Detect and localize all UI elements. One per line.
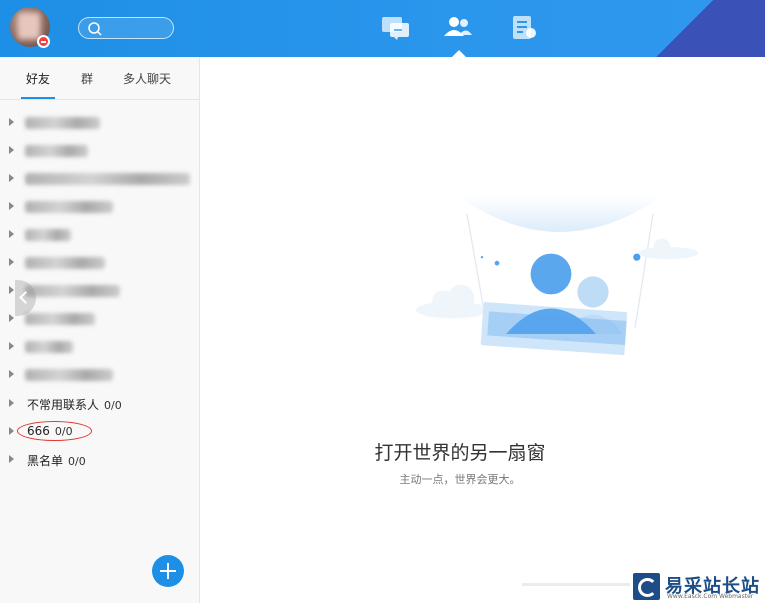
friend-group[interactable] <box>9 113 194 133</box>
expand-arrow-icon <box>9 286 14 294</box>
expand-arrow-icon <box>9 202 14 210</box>
contacts-tabs: 好友 群 多人聊天 <box>0 57 199 100</box>
friend-group-blacklist[interactable]: 黑名单 0/0 <box>9 450 194 470</box>
search-input[interactable] <box>78 17 174 39</box>
balloon-illustration <box>416 196 698 356</box>
expand-arrow-icon <box>9 174 14 182</box>
blurred-text <box>25 285 120 297</box>
blurred-text <box>25 229 71 241</box>
status-busy-icon[interactable] <box>37 35 50 48</box>
friend-group[interactable] <box>9 337 194 357</box>
expand-arrow-icon <box>9 342 14 350</box>
expand-arrow-icon <box>9 258 14 266</box>
expand-arrow-icon <box>9 230 14 238</box>
friend-group[interactable] <box>9 365 194 385</box>
blurred-text <box>25 341 73 353</box>
friend-group[interactable] <box>9 281 194 301</box>
blurred-text <box>25 145 88 157</box>
chat-icon[interactable] <box>381 15 411 41</box>
watermark-logo-icon <box>633 573 660 600</box>
tab-groups[interactable]: 群 <box>81 70 93 87</box>
blurred-text <box>25 117 100 129</box>
loading-line <box>522 583 632 586</box>
contacts-sidebar: 好友 群 多人聊天 <box>0 57 200 603</box>
tab-friends[interactable]: 好友 <box>26 70 50 87</box>
expand-arrow-icon <box>9 146 14 154</box>
search-icon <box>88 22 102 36</box>
friend-group[interactable] <box>9 225 194 245</box>
friend-group[interactable] <box>9 309 194 329</box>
empty-state-title: 打开世界的另一扇窗 <box>374 442 546 464</box>
expand-arrow-icon <box>9 118 14 126</box>
tab-underline <box>21 97 55 99</box>
top-bar <box>0 0 765 57</box>
group-label: 黑名单 0/0 <box>27 454 86 468</box>
empty-state-subtitle: 主动一点，世界会更大。 <box>399 473 521 486</box>
watermark-subtitle: Www.Easck.Com Webmaster <box>667 593 754 600</box>
blurred-text <box>25 201 113 213</box>
friend-group[interactable] <box>9 141 194 161</box>
active-nav-indicator <box>452 50 466 57</box>
friend-group[interactable] <box>9 169 194 189</box>
contacts-icon[interactable] <box>443 15 473 41</box>
add-contact-button[interactable] <box>152 555 184 587</box>
friend-group[interactable] <box>9 197 194 217</box>
expand-arrow-icon <box>9 455 14 463</box>
expand-arrow-icon <box>9 427 14 435</box>
watermark: 易采站长站 Www.Easck.Com Webmaster <box>630 570 765 603</box>
blurred-text <box>25 369 113 381</box>
blurred-text <box>25 173 190 185</box>
friend-group-uncommon[interactable]: 不常用联系人 0/0 <box>9 394 194 414</box>
blurred-text <box>25 257 105 269</box>
expand-arrow-icon <box>9 370 14 378</box>
friend-group[interactable] <box>9 253 194 273</box>
group-label: 不常用联系人 0/0 <box>27 398 122 412</box>
top-bar-decoration <box>655 0 765 57</box>
blurred-text <box>25 313 95 325</box>
annotation-circle <box>17 421 92 441</box>
expand-arrow-icon <box>9 314 14 322</box>
expand-arrow-icon <box>9 399 14 407</box>
document-icon[interactable] <box>510 15 540 41</box>
tab-multi-chat[interactable]: 多人聊天 <box>123 70 171 87</box>
